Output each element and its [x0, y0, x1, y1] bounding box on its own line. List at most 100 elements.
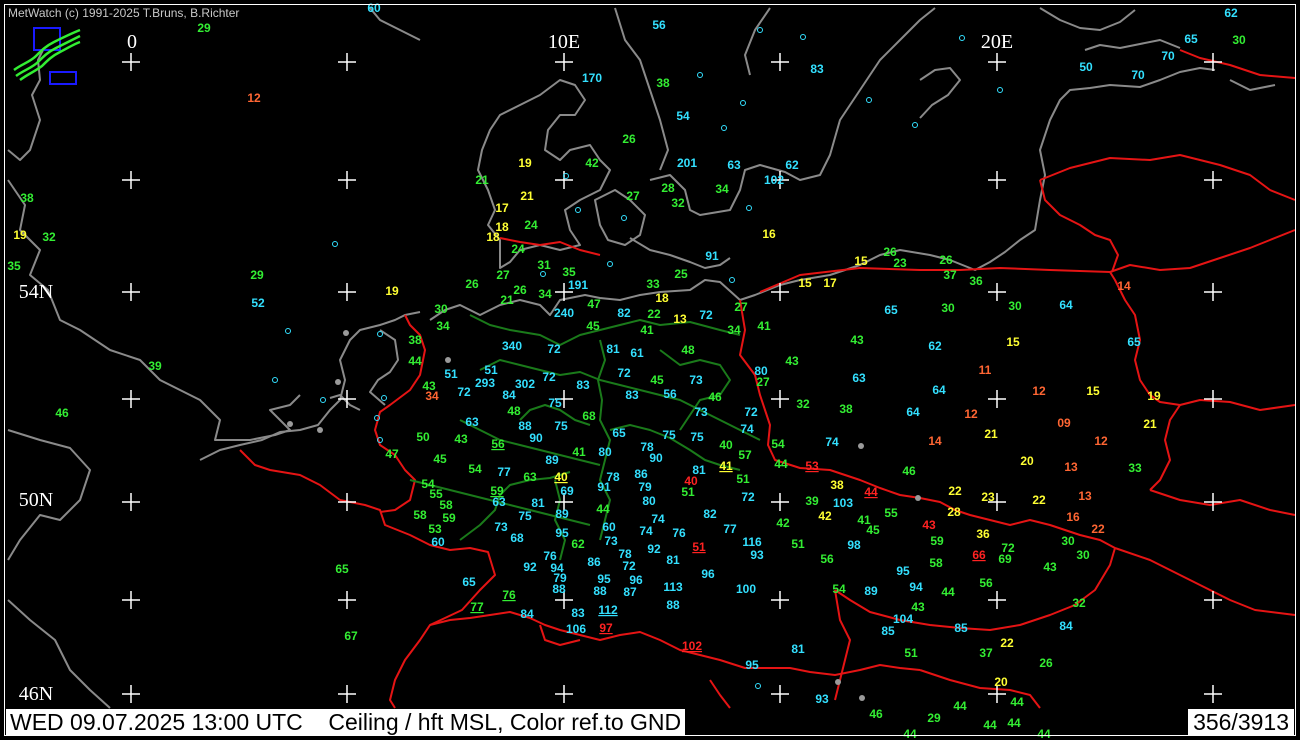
ceiling-observation: 85 — [881, 624, 895, 638]
ceiling-observation: 46 — [902, 464, 916, 478]
ceiling-observation: 19 — [518, 156, 532, 170]
ceiling-observation: 53 — [428, 522, 442, 536]
ceiling-observation: 56 — [979, 576, 993, 590]
ceiling-observation: 64 — [906, 405, 920, 419]
ceiling-observation: 68 — [582, 409, 596, 423]
ceiling-observation: 81 — [606, 342, 620, 356]
ceiling-observation: 43 — [911, 600, 925, 614]
ceiling-observation: 51 — [904, 646, 918, 660]
ceiling-observation: 76 — [672, 526, 686, 540]
ceiling-observation: 60 — [602, 520, 616, 534]
ceiling-observation: 54 — [468, 462, 482, 476]
ceiling-observation: 35 — [562, 265, 576, 279]
ceiling-observation: 83 — [810, 62, 824, 76]
ceiling-observation: 12 — [1032, 384, 1046, 398]
ceiling-observation: 37 — [943, 268, 957, 282]
ceiling-observation: 84 — [1059, 619, 1073, 633]
ceiling-observation: 45 — [433, 452, 447, 466]
ceiling-observation: 35 — [7, 259, 21, 273]
ceiling-observation: 24 — [524, 218, 538, 232]
ceiling-observation: 45 — [650, 373, 664, 387]
ceiling-observation: 44 — [1010, 695, 1024, 709]
ceiling-observation: 21 — [500, 293, 514, 307]
ceiling-observation: 340 — [502, 339, 522, 353]
ceiling-observation: 22 — [647, 307, 661, 321]
grid-label: 0 — [127, 31, 137, 53]
ceiling-observation: 44 — [408, 354, 422, 368]
ceiling-observation: 90 — [649, 451, 663, 465]
ceiling-observation: 112 — [598, 603, 618, 617]
ceiling-observation: 83 — [625, 388, 639, 402]
ceiling-observation: 30 — [1061, 534, 1075, 548]
ceiling-observation: 92 — [523, 560, 537, 574]
ceiling-observation: 62 — [785, 158, 799, 172]
ceiling-observation: 293 — [475, 376, 495, 390]
ceiling-observation: 18 — [486, 230, 500, 244]
ceiling-observation: 59 — [442, 511, 456, 525]
ceiling-observation: 82 — [617, 306, 631, 320]
ceiling-observation: 17 — [823, 276, 837, 290]
ceiling-observation: 94 — [909, 580, 923, 594]
map-canvas[interactable]: 0 10E 20E 54N 50N 46N 60 29 12 56 62 65 30 50 70 70 83 1… — [0, 0, 1300, 740]
status-bar-datetime-product: WED 09.07.2025 13:00 UTC Ceiling / hft M… — [6, 709, 686, 736]
ceiling-observation: 170 — [582, 71, 602, 85]
ceiling-observation: 72 — [457, 385, 471, 399]
ceiling-observation: 45 — [586, 319, 600, 333]
ceiling-observation: 34 — [727, 323, 741, 337]
ceiling-observation: 51 — [484, 363, 498, 377]
ceiling-observation: 83 — [576, 378, 590, 392]
ceiling-observation: 16 — [762, 227, 776, 241]
ceiling-observation: 27 — [496, 268, 510, 282]
ceiling-observation: 54 — [832, 582, 846, 596]
ceiling-observation: 81 — [666, 553, 680, 567]
ceiling-observation: 72 — [622, 559, 636, 573]
grid-labels: 0 10E 20E 54N 50N 46N — [19, 31, 1013, 705]
ceiling-observation: 34 — [538, 287, 552, 301]
ceiling-observation: 50 — [1079, 60, 1093, 74]
ceiling-observation: 73 — [494, 520, 508, 534]
ceiling-observation: 50 — [416, 430, 430, 444]
ceiling-observation: 47 — [587, 297, 601, 311]
ceiling-observation: 33 — [1128, 461, 1142, 475]
ceiling-observation: 43 — [1043, 560, 1057, 574]
ceiling-observation: 36 — [976, 527, 990, 541]
ceiling-observation: 22 — [1032, 493, 1046, 507]
ceiling-observation: 67 — [344, 629, 358, 643]
ceiling-observation: 74 — [651, 512, 665, 526]
ceiling-observation: 41 — [719, 459, 733, 473]
ceiling-observation: 65 — [884, 303, 898, 317]
ceiling-observation: 40 — [719, 438, 733, 452]
grid-label: 54N — [19, 281, 53, 303]
ceiling-observation: 32 — [796, 397, 810, 411]
ceiling-observation: 26 — [513, 283, 527, 297]
ceiling-observation: 65 — [335, 562, 349, 576]
ceiling-observation: 92 — [647, 542, 661, 556]
ceiling-observation: 72 — [741, 490, 755, 504]
ceiling-observation: 63 — [852, 371, 866, 385]
ceiling-observation: 14 — [928, 434, 942, 448]
ceiling-observation: 91 — [705, 249, 719, 263]
ceiling-observation: 58 — [439, 498, 453, 512]
ceiling-observation: 56 — [652, 18, 666, 32]
ceiling-observation: 77 — [723, 522, 737, 536]
ceiling-observation: 65 — [1184, 32, 1198, 46]
ceiling-observation: 66 — [972, 548, 986, 562]
ceiling-observation: 51 — [692, 540, 706, 554]
ceiling-observation: 38 — [20, 191, 34, 205]
ceiling-observation: 44 — [864, 485, 878, 499]
ceiling-observation: 75 — [518, 509, 532, 523]
ceiling-observation: 104 — [893, 612, 913, 626]
status-bar-station-count: 356/3913 — [1188, 709, 1294, 736]
ceiling-observation: 95 — [745, 658, 759, 672]
ceiling-observation: 54 — [771, 437, 785, 451]
ceiling-observation: 39 — [805, 494, 819, 508]
ceiling-observation: 30 — [941, 301, 955, 315]
ceiling-observation: 41 — [640, 323, 654, 337]
ceiling-observation: 11 — [979, 363, 992, 377]
ceiling-observation: 51 — [681, 485, 695, 499]
ceiling-observation: 18 — [655, 291, 669, 305]
ceiling-observation: 76 — [502, 588, 516, 602]
ceiling-observation: 23 — [893, 256, 907, 270]
ceiling-observation: 15 — [798, 276, 812, 290]
ceiling-observation: 72 — [542, 370, 556, 384]
